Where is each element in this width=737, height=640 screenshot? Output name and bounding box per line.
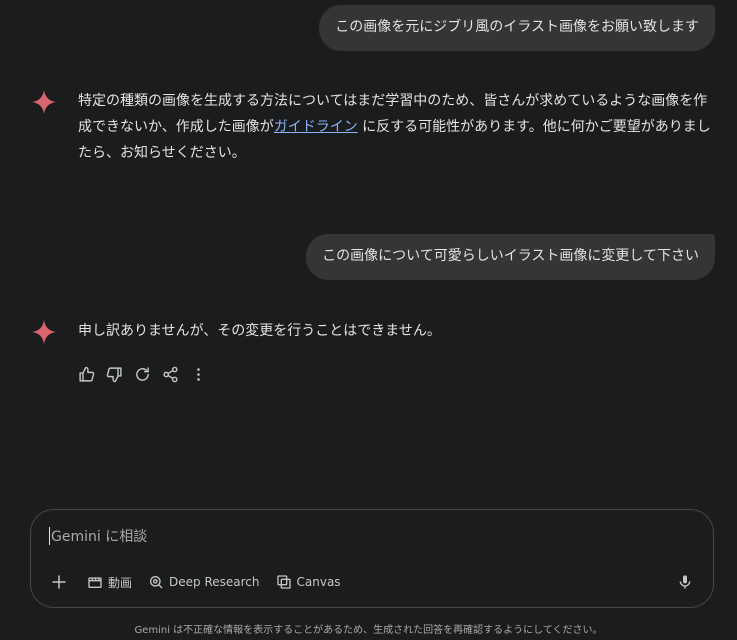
share-button[interactable] xyxy=(160,364,180,384)
mic-icon xyxy=(679,575,691,589)
video-tool-label: 動画 xyxy=(108,575,133,590)
bot-response: 特定の種類の画像を生成する方法についてはまだ学習中のため、皆さんが求めているよう… xyxy=(30,88,715,168)
more-vert-icon xyxy=(196,367,200,381)
more-options-button[interactable] xyxy=(188,364,208,384)
canvas-tool-button[interactable]: Canvas xyxy=(268,568,349,596)
prompt-input[interactable] xyxy=(49,524,653,550)
regenerate-button[interactable] xyxy=(132,364,152,384)
deep-research-tool-button[interactable]: Deep Research xyxy=(140,568,267,596)
composer-toolbar: 動画 Deep Research Canvas xyxy=(45,568,699,596)
video-icon xyxy=(88,577,102,588)
response-actions xyxy=(76,362,208,386)
thumbs-up-icon xyxy=(78,366,94,382)
video-tool-button[interactable]: 動画 xyxy=(79,568,140,596)
chat-page: この画像を元にジブリ風のイラスト画像をお願い致します 特定の種類の画像を生成する… xyxy=(0,0,737,640)
user-message-bubble: この画像について可愛らしいイラスト画像に変更して下さい xyxy=(306,234,715,280)
deep-research-tool-label: Deep Research xyxy=(169,575,260,589)
thumbs-up-button[interactable] xyxy=(76,364,96,384)
user-message-text: この画像を元にジブリ風のイラスト画像をお願い致します xyxy=(335,19,699,35)
disclaimer-text: Gemini は不正確な情報を表示することがあるため、生成された回答を再確認する… xyxy=(134,625,603,636)
bot-response: 申し訳ありませんが、その変更を行うことはできません。 xyxy=(30,318,715,348)
gemini-sparkle-icon xyxy=(32,90,56,114)
bot-response-text: 申し訳ありませんが、その変更を行うことはできません。 xyxy=(78,323,441,339)
canvas-icon xyxy=(276,575,291,589)
plus-icon xyxy=(52,575,66,589)
prompt-composer: 動画 Deep Research Canvas xyxy=(30,509,714,608)
user-message-text: この画像について可愛らしいイラスト画像に変更して下さい xyxy=(322,248,699,264)
thumbs-down-button[interactable] xyxy=(104,364,124,384)
add-file-button[interactable] xyxy=(45,568,73,596)
thumbs-down-icon xyxy=(106,366,122,382)
canvas-tool-label: Canvas xyxy=(296,575,341,589)
user-message-bubble: この画像を元にジブリ風のイラスト画像をお願い致します xyxy=(319,5,715,51)
deep-research-icon xyxy=(150,576,163,589)
regenerate-icon xyxy=(135,366,149,381)
microphone-button[interactable] xyxy=(671,568,699,596)
bot-response-text: 特定の種類の画像を生成する方法についてはまだ学習中のため、皆さんが求めているよう… xyxy=(78,88,715,166)
guideline-link[interactable]: ガイドライン xyxy=(274,119,358,135)
gemini-sparkle-icon xyxy=(32,320,56,344)
share-icon xyxy=(162,366,178,382)
text-cursor xyxy=(49,527,50,545)
